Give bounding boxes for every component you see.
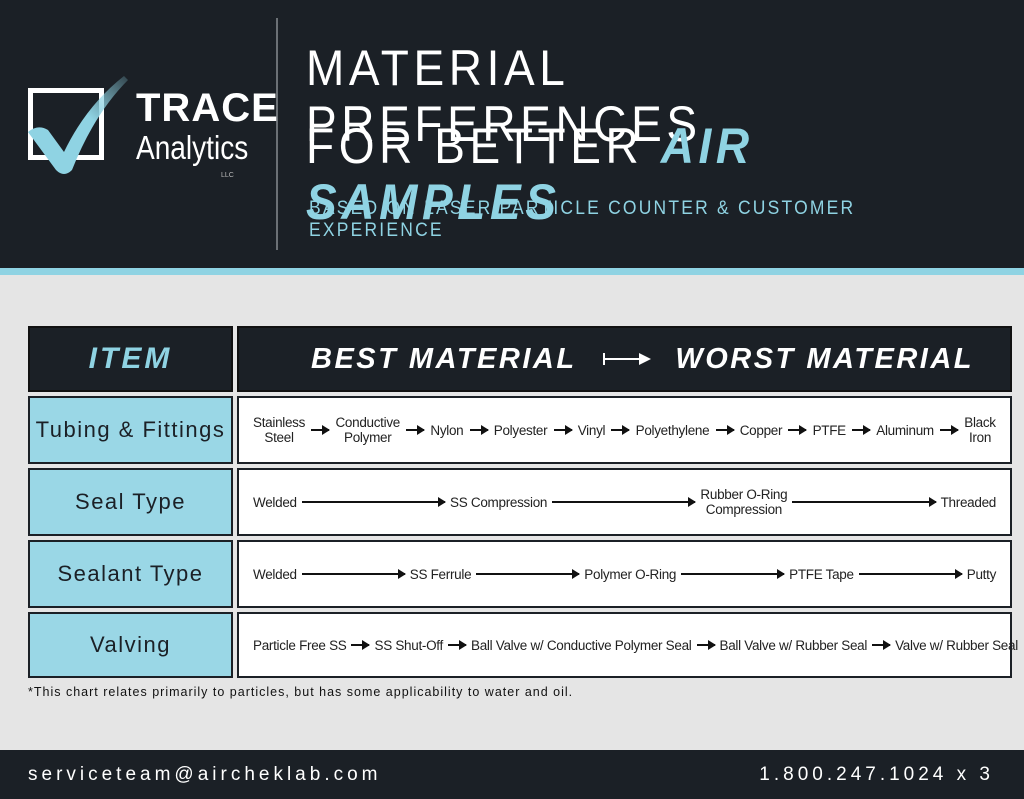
- row-label: Valving: [28, 612, 233, 678]
- email-link[interactable]: serviceteam@aircheklab.com: [28, 764, 382, 786]
- worst-material-label: WORST MATERIAL: [675, 342, 974, 375]
- material-flow: Stainless Steel Conductive Polymer Nylon Po…: [237, 396, 1012, 464]
- arrow-right-icon: [858, 569, 963, 579]
- material-flow: Welded SS Compression Rubber O-Ring Compre…: [237, 468, 1012, 536]
- material-item: Valve w/ Rubber Seal: [895, 637, 1018, 653]
- material-item: Ball Valve w/ Rubber Seal: [719, 637, 868, 653]
- phone-number[interactable]: 1.800.247.1024 x 3: [759, 764, 994, 786]
- material-item: Aluminum: [876, 422, 934, 438]
- scale-arrow-icon: [602, 353, 652, 365]
- material-item: PTFE Tape: [789, 566, 854, 582]
- logo-brand: TRACE: [136, 86, 279, 130]
- accent-stripe: [0, 268, 1024, 275]
- row-label: Sealant Type: [28, 540, 233, 608]
- material-item: Rubber O-Ring Compression: [700, 487, 788, 517]
- material-item: Polyethylene: [635, 422, 710, 438]
- arrow-right-icon: [715, 425, 735, 435]
- scale-header: BEST MATERIAL WORST MATERIAL: [237, 326, 1012, 392]
- subtitle: BASED ON LASER PARTICLE COUNTER & CUSTOM…: [309, 198, 856, 241]
- best-material-label: BEST MATERIAL: [311, 342, 577, 375]
- material-item: Threaded: [940, 494, 997, 510]
- title-prefix: FOR BETTER: [306, 118, 661, 174]
- material-item: Welded: [253, 494, 297, 510]
- arrow-right-icon: [553, 425, 573, 435]
- material-item: Ball Valve w/ Conductive Polymer Seal: [470, 637, 692, 653]
- footer: serviceteam@aircheklab.com 1.800.247.102…: [0, 750, 1024, 799]
- arrow-right-icon: [447, 640, 467, 650]
- material-item: Polymer O-Ring: [584, 566, 677, 582]
- checkmark-icon: [28, 76, 128, 174]
- material-item: Particle Free SS: [253, 637, 347, 653]
- logo-sub: Analytics: [136, 129, 249, 166]
- arrow-right-icon: [872, 640, 892, 650]
- arrow-right-icon: [696, 640, 716, 650]
- row-label: Tubing & Fittings: [28, 396, 233, 464]
- arrow-right-icon: [311, 425, 331, 435]
- row-label: Seal Type: [28, 468, 233, 536]
- material-flow: Particle Free SS SS Shut-Off Ball Valve w/…: [237, 612, 1018, 678]
- material-item: Nylon: [430, 422, 464, 438]
- material-item: Putty: [966, 566, 997, 582]
- material-item: Stainless Steel: [253, 415, 306, 445]
- arrow-right-icon: [681, 569, 786, 579]
- material-flow: Welded SS Ferrule Polymer O-Ring PTFE Tape P…: [237, 540, 1012, 608]
- logo-suffix: LLC: [221, 172, 234, 179]
- arrow-right-icon: [301, 569, 406, 579]
- arrow-right-icon: [852, 425, 872, 435]
- material-item: Conductive Polymer: [335, 415, 400, 445]
- material-item: PTFE: [812, 422, 847, 438]
- arrow-right-icon: [788, 425, 808, 435]
- material-item: Copper: [739, 422, 783, 438]
- arrow-right-icon: [351, 640, 371, 650]
- footnote: *This chart relates primarily to particl…: [28, 685, 574, 699]
- arrow-right-icon: [301, 497, 447, 507]
- material-item: Black Iron: [964, 415, 996, 445]
- arrow-right-icon: [940, 425, 960, 435]
- material-item: Welded: [253, 566, 297, 582]
- material-item: Vinyl: [577, 422, 606, 438]
- material-item: SS Ferrule: [409, 566, 472, 582]
- arrow-right-icon: [469, 425, 489, 435]
- material-item: Polyester: [493, 422, 548, 438]
- material-item: SS Shut-Off: [374, 637, 443, 653]
- header-divider: [276, 18, 278, 250]
- material-item: SS Compression: [450, 494, 548, 510]
- arrow-right-icon: [792, 497, 937, 507]
- item-column-header: ITEM: [28, 326, 233, 392]
- trace-analytics-logo: TRACE Analytics LLC: [24, 70, 278, 190]
- arrow-right-icon: [406, 425, 426, 435]
- arrow-right-icon: [476, 569, 581, 579]
- arrow-right-icon: [552, 497, 697, 507]
- arrow-right-icon: [611, 425, 631, 435]
